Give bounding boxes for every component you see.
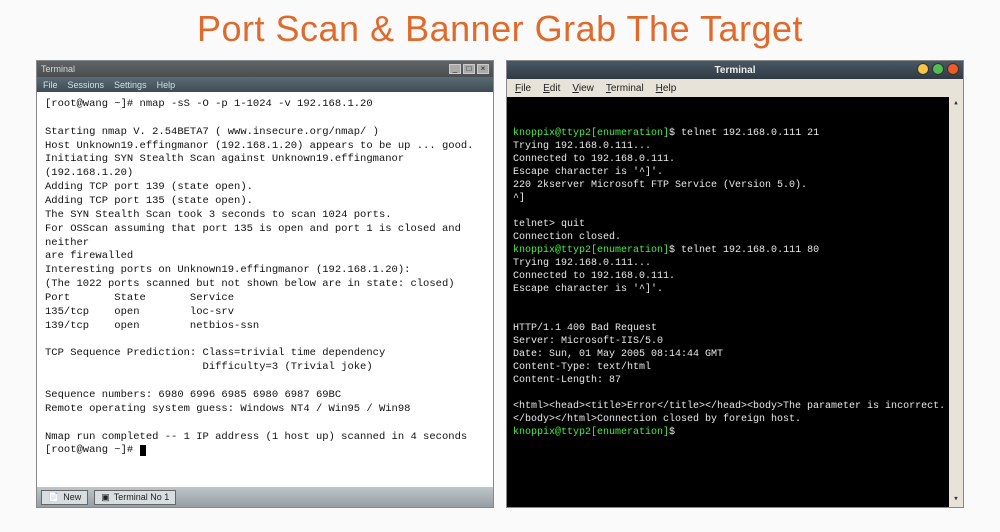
terminal-line: Nmap run completed -- 1 IP address (1 ho… [45, 431, 485, 445]
minimize-icon[interactable] [917, 63, 929, 75]
slide-title: Port Scan & Banner Grab The Target [0, 0, 1000, 60]
left-title-text: Terminal [41, 64, 75, 74]
terminal-line: Remote operating system guess: Windows N… [45, 403, 485, 417]
terminal-line: knoppix@ttyp2[enumeration]$ telnet 192.1… [513, 244, 957, 257]
terminal-line: Escape character is '^]'. [513, 166, 957, 179]
right-terminal-window: Terminal File Edit View Terminal Help kn… [506, 60, 964, 508]
left-titlebar[interactable]: Terminal _ □ × [37, 61, 493, 77]
maximize-icon[interactable] [932, 63, 944, 75]
terminal-line [513, 296, 957, 309]
terminal-line: Starting nmap V. 2.54BETA7 ( www.insecur… [45, 126, 485, 140]
scroll-up-icon[interactable]: ▴ [949, 97, 963, 111]
terminal-line: ^] [513, 192, 957, 205]
terminal-line: TCP Sequence Prediction: Class=trivial t… [45, 347, 485, 361]
terminal-line: Difficulty=3 (Trivial joke) [45, 361, 485, 375]
left-terminal-body[interactable]: [root@wang ~]# nmap -sS -O -p 1-1024 -v … [37, 92, 493, 487]
terminal-line: Adding TCP port 139 (state open). [45, 181, 485, 195]
terminal-line: Adding TCP port 135 (state open). [45, 195, 485, 209]
menu-file[interactable]: File [43, 80, 58, 90]
menu-sessions[interactable]: Sessions [68, 80, 105, 90]
menu-terminal[interactable]: Terminal [606, 83, 644, 94]
terminal-line: 135/tcp open loc-srv [45, 306, 485, 320]
terminal-line: Connected to 192.168.0.111. [513, 270, 957, 283]
terminal-line: 220 2kserver Microsoft FTP Service (Vers… [513, 179, 957, 192]
right-terminal-body[interactable]: knoppix@ttyp2[enumeration]$ telnet 192.1… [507, 97, 963, 507]
right-titlebar[interactable]: Terminal [507, 61, 963, 79]
terminal-line: (The 1022 ports scanned but not shown be… [45, 278, 485, 292]
terminal-line: Initiating SYN Stealth Scan against Unkn… [45, 153, 485, 181]
right-title-text: Terminal [715, 65, 756, 76]
menu-file[interactable]: File [515, 83, 531, 94]
left-menubar: File Sessions Settings Help [37, 77, 493, 92]
terminal-line: Date: Sun, 01 May 2005 08:14:44 GMT [513, 348, 957, 361]
close-icon[interactable]: × [477, 64, 489, 74]
prompt-command: telnet 192.168.0.111 80 [681, 245, 819, 256]
terminal-line: Connection closed. [513, 231, 957, 244]
document-icon: 📄 [48, 492, 59, 503]
terminal-line: Connected to 192.168.0.111. [513, 153, 957, 166]
menu-view[interactable]: View [572, 83, 594, 94]
prompt-command: telnet 192.168.0.111 21 [681, 128, 819, 139]
terminal-line: <html><head><title>Error</title></head><… [513, 400, 957, 426]
terminal-line [45, 112, 485, 126]
close-icon[interactable] [947, 63, 959, 75]
prompt-path: [enumeration] [591, 128, 669, 139]
terminal-line [513, 309, 957, 322]
prompt-sep: $ [669, 128, 681, 139]
prompt-path: [enumeration] [591, 427, 669, 438]
terminal-line: Trying 192.168.0.111... [513, 140, 957, 153]
terminal-line: Trying 192.168.0.111... [513, 257, 957, 270]
terminal-line: For OSScan assuming that port 135 is ope… [45, 223, 485, 251]
minimize-icon[interactable]: _ [449, 64, 461, 74]
terminal-line: [root@wang ~]# nmap -sS -O -p 1-1024 -v … [45, 98, 485, 112]
taskbar-tab-button[interactable]: ▣ Terminal No 1 [94, 490, 176, 505]
terminal-line: Port State Service [45, 292, 485, 306]
menu-edit[interactable]: Edit [543, 83, 560, 94]
prompt-sep: $ [669, 245, 681, 256]
prompt-user: knoppix@ttyp2 [513, 245, 591, 256]
terminal-line: Content-Length: 87 [513, 374, 957, 387]
terminal-line [513, 387, 957, 400]
terminal-line [513, 205, 957, 218]
prompt-user: knoppix@ttyp2 [513, 427, 591, 438]
maximize-icon[interactable]: □ [463, 64, 475, 74]
terminal-line: [root@wang ~]# [45, 444, 485, 458]
terminal-line: Sequence numbers: 6980 6996 6985 6980 69… [45, 389, 485, 403]
terminal-line: Content-Type: text/html [513, 361, 957, 374]
scroll-down-icon[interactable]: ▾ [949, 493, 963, 507]
prompt-path: [enumeration] [591, 245, 669, 256]
scrollbar[interactable]: ▴ ▾ [949, 97, 963, 507]
terminal-line: are firewalled [45, 250, 485, 264]
menu-settings[interactable]: Settings [114, 80, 147, 90]
left-taskbar: 📄 New ▣ Terminal No 1 [37, 487, 493, 507]
taskbar-tab-label: Terminal No 1 [114, 492, 170, 502]
terminal-line: 139/tcp open netbios-ssn [45, 320, 485, 334]
right-menubar: File Edit View Terminal Help [507, 79, 963, 97]
terminal-line [45, 375, 485, 389]
left-terminal-window: Terminal _ □ × File Sessions Settings He… [36, 60, 494, 508]
terminal-line: HTTP/1.1 400 Bad Request [513, 322, 957, 335]
terminal-line: knoppix@ttyp2[enumeration]$ telnet 192.1… [513, 127, 957, 140]
taskbar-new-label: New [63, 492, 81, 502]
terminal-line: Server: Microsoft-IIS/5.0 [513, 335, 957, 348]
terminal-line: The SYN Stealth Scan took 3 seconds to s… [45, 209, 485, 223]
terminal-line: knoppix@ttyp2[enumeration]$ [513, 426, 957, 439]
terminal-line: Host Unknown19.effingmanor (192.168.1.20… [45, 140, 485, 154]
terminal-line [45, 417, 485, 431]
terminal-line: Escape character is '^]'. [513, 283, 957, 296]
prompt-sep: $ [669, 427, 681, 438]
terminal-line [45, 334, 485, 348]
terminal-line: Interesting ports on Unknown19.effingman… [45, 264, 485, 278]
scrollbar-track[interactable] [949, 111, 963, 493]
cursor-icon [140, 445, 146, 456]
menu-help[interactable]: Help [157, 80, 176, 90]
terminal-line: telnet> quit [513, 218, 957, 231]
prompt-user: knoppix@ttyp2 [513, 128, 591, 139]
terminal-icon: ▣ [101, 492, 110, 503]
taskbar-new-button[interactable]: 📄 New [41, 490, 88, 505]
menu-help[interactable]: Help [656, 83, 677, 94]
